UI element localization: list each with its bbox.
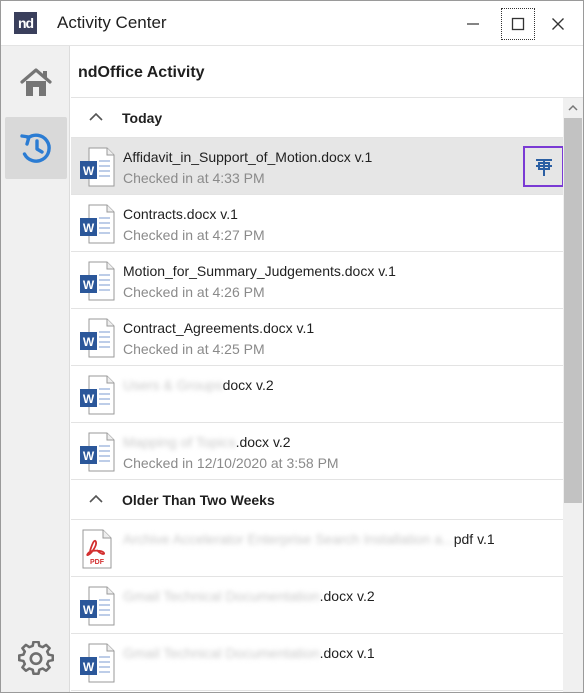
minimize-button[interactable]	[456, 8, 490, 40]
svg-text:W: W	[83, 603, 95, 617]
item-status: Checked in 12/10/2020 at 3:58 PM	[123, 455, 339, 471]
svg-text:W: W	[83, 392, 95, 406]
redacted-filename: Mapping of Topics	[123, 434, 236, 450]
nd-logo-icon: nd	[14, 12, 37, 34]
maximize-button[interactable]	[501, 8, 535, 40]
pdf-document-icon: PDF	[82, 529, 112, 569]
item-name: Motion_for_Summary_Judgements.docx v.1	[123, 263, 396, 279]
pin-button[interactable]	[523, 146, 563, 187]
window-title: Activity Center	[57, 13, 167, 32]
list-item[interactable]: W Users & Groupsdocx v.2	[71, 366, 563, 423]
svg-text:W: W	[83, 660, 95, 674]
navigation-rail	[1, 46, 70, 692]
group-label: Older Than Two Weeks	[122, 492, 275, 508]
minimize-icon	[467, 23, 479, 25]
gear-icon	[18, 641, 54, 676]
vertical-scrollbar[interactable]	[563, 98, 583, 692]
svg-text:W: W	[83, 164, 95, 178]
chevron-up-icon	[89, 494, 103, 503]
close-button[interactable]	[541, 8, 575, 40]
group-header-today[interactable]: Today	[71, 98, 563, 138]
word-document-icon: W	[80, 586, 115, 626]
word-document-icon: W	[80, 432, 115, 472]
title-bar: nd Activity Center	[1, 1, 583, 46]
item-status: Checked in at 4:33 PM	[123, 170, 265, 186]
item-name: Mapping of Topics.docx v.2	[123, 434, 291, 450]
close-icon	[552, 18, 564, 30]
word-document-icon: W	[80, 643, 115, 683]
word-document-icon: W	[80, 261, 115, 301]
svg-text:W: W	[83, 278, 95, 292]
word-document-icon: W	[80, 375, 115, 415]
filename-suffix: pdf v.1	[453, 531, 495, 547]
activity-history-icon	[20, 133, 51, 163]
item-name: Gmail Technical Documentation.docx v.2	[123, 588, 375, 604]
filename-suffix: .docx v.1	[319, 645, 375, 661]
list-item[interactable]: PDF Archive Accelerator Enterprise Searc…	[71, 520, 563, 577]
word-document-icon: W	[80, 318, 115, 358]
settings-button[interactable]	[5, 628, 67, 690]
redacted-filename: Users & Groups	[123, 377, 223, 393]
home-button[interactable]	[5, 52, 67, 114]
maximize-icon	[511, 17, 525, 31]
item-name: Archive Accelerator Enterprise Search In…	[123, 531, 495, 547]
filename-suffix: docx v.2	[222, 377, 274, 393]
item-name: Affidavit_in_Support_of_Motion.docx v.1	[123, 149, 373, 165]
list-item[interactable]: W Gmail Technical Documentation.docx v.1	[71, 634, 563, 691]
pin-icon	[535, 158, 552, 176]
item-status: Checked in at 4:27 PM	[123, 227, 265, 243]
svg-text:W: W	[83, 221, 95, 235]
item-status: Checked in at 4:26 PM	[123, 284, 265, 300]
svg-text:W: W	[83, 335, 95, 349]
item-name: Contract_Agreements.docx v.1	[123, 320, 315, 336]
list-item[interactable]: W Gmail Technical Documentation.docx v.2	[71, 577, 563, 634]
chevron-up-icon	[89, 112, 103, 121]
word-document-icon: W	[80, 147, 115, 187]
redacted-filename: Gmail Technical Documentation	[123, 588, 320, 604]
item-name: Contracts.docx v.1	[123, 206, 238, 222]
scrollbar-thumb[interactable]	[564, 118, 582, 503]
filename-suffix: .docx v.2	[235, 434, 291, 450]
chevron-up-icon	[568, 104, 578, 111]
scroll-up-button[interactable]	[563, 98, 583, 118]
activity-center-window: nd Activity Center ndOffice Activity Tod…	[0, 0, 584, 693]
item-name: Users & Groupsdocx v.2	[123, 377, 274, 393]
list-item[interactable]: W Affidavit_in_Support_of_Motion.docx v.…	[71, 138, 563, 195]
main-header: ndOffice Activity	[71, 46, 583, 98]
home-icon	[20, 68, 52, 96]
redacted-filename: Archive Accelerator Enterprise Search In…	[123, 531, 454, 547]
list-item[interactable]: W Mapping of Topics.docx v.2 Checked in …	[71, 423, 563, 480]
svg-text:W: W	[83, 449, 95, 463]
page-title: ndOffice Activity	[78, 64, 205, 81]
list-item[interactable]: W Contracts.docx v.1 Checked in at 4:27 …	[71, 195, 563, 252]
group-label: Today	[122, 110, 163, 126]
svg-text:PDF: PDF	[90, 559, 105, 566]
activity-button[interactable]	[5, 117, 67, 179]
group-header-older[interactable]: Older Than Two Weeks	[71, 480, 563, 520]
activity-list: Today W Affidavit_in_Support_of_Motion.d…	[71, 98, 563, 692]
list-item[interactable]: W Contract_Agreements.docx v.1 Checked i…	[71, 309, 563, 366]
redacted-filename: Gmail Technical Documentation	[123, 645, 320, 661]
list-item[interactable]: W Motion_for_Summary_Judgements.docx v.1…	[71, 252, 563, 309]
item-status: Checked in at 4:25 PM	[123, 341, 265, 357]
item-name: Gmail Technical Documentation.docx v.1	[123, 645, 375, 661]
filename-suffix: .docx v.2	[319, 588, 375, 604]
word-document-icon: W	[80, 204, 115, 244]
